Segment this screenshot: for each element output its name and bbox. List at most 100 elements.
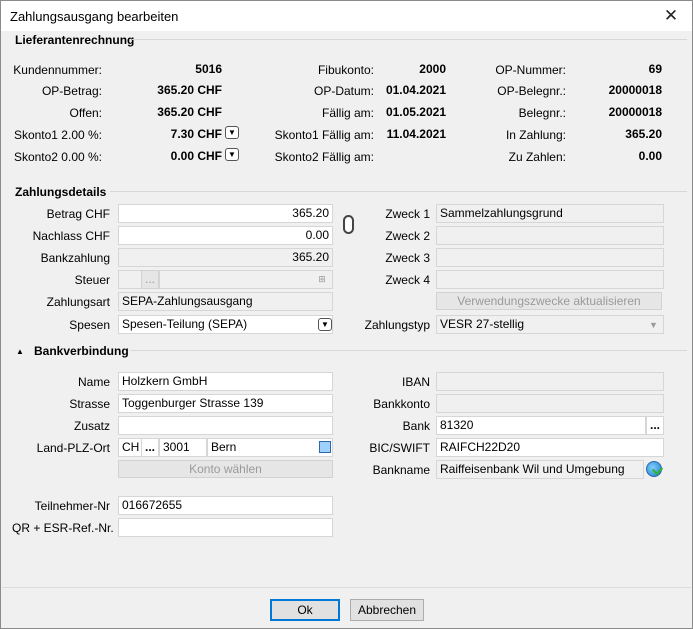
strasse-input[interactable]: Toggenburger Strasse 139 [118,394,333,413]
zahlungstyp-select[interactable]: VESR 27-stellig [436,315,664,334]
label-betrag: Betrag CHF [46,207,110,221]
value-skonto1-faellig: 11.04.2021 [386,127,446,141]
section-title-lieferantenrechnung: Lieferantenrechnung [15,33,135,47]
ort-input[interactable]: Bern [207,438,333,457]
label-land-plz-ort: Land-PLZ-Ort [36,441,110,455]
divider [130,350,687,351]
label-belegnr: Belegnr.: [518,106,566,120]
value-op-betrag: 365.20 CHF [157,83,222,97]
steuer-description-field [159,270,333,289]
bic-input[interactable]: RAIFCH22D20 [436,438,664,457]
tree-icon[interactable]: ⊞ [316,273,328,285]
label-kundennummer: Kundennummer: [13,63,102,77]
bankzahlung-field: 365.20 [118,248,333,267]
label-zusatz: Zusatz [73,419,110,433]
value-fibukonto: 2000 [419,62,446,76]
bank-input[interactable]: 81320 [436,416,646,435]
label-steuer: Steuer [74,273,110,287]
label-zahlungsart: Zahlungsart [46,295,110,309]
label-spesen: Spesen [69,318,110,332]
section-title-zahlungsdetails: Zahlungsdetails [15,185,107,199]
value-kundennummer: 5016 [195,62,222,76]
label-nachlass: Nachlass CHF [32,229,110,243]
dialog-content: Lieferantenrechnung Kundennummer: 5016 F… [2,31,691,587]
label-qr-esr: QR + ESR-Ref.-Nr. [12,521,114,535]
zusatz-input[interactable] [118,416,333,435]
value-op-nummer: 69 [648,62,662,76]
name-input[interactable]: Holzkern GmbH [118,372,333,391]
qr-esr-input[interactable] [118,518,333,537]
steuer-code-field[interactable] [118,270,142,289]
iban-field [436,372,664,391]
label-faellig-am: Fällig am: [321,106,374,120]
zweck3-field [436,248,664,267]
land-browse-button[interactable]: ... [141,438,159,457]
value-skonto2: 0.00 CHF [170,149,222,163]
close-icon[interactable]: ✕ [651,1,691,31]
teilnehmer-nr-input[interactable]: 016672655 [118,496,333,515]
value-offen: 365.20 CHF [157,105,222,119]
label-bank: Bank [402,419,430,433]
dialog-footer: Ok Abbrechen [2,587,691,628]
divider [132,39,687,40]
skonto2-dropdown-icon[interactable]: ▼ [225,148,239,161]
label-teilnehmer-nr: Teilnehmer-Nr [34,499,110,513]
label-zahlungstyp: Zahlungstyp [364,318,430,332]
zweck2-field [436,226,664,245]
ok-button[interactable]: Ok [270,599,340,621]
value-belegnr: 20000018 [608,105,662,119]
label-op-nummer: OP-Nummer: [495,63,566,77]
value-op-belegnr: 20000018 [608,83,662,97]
label-skonto2: Skonto2 0.00 %: [13,150,102,164]
label-zu-zahlen: Zu Zahlen: [508,150,566,164]
bank-browse-button[interactable]: ... [646,416,664,435]
cancel-button[interactable]: Abbrechen [350,599,424,621]
section-title-bankverbindung: Bankverbindung [34,344,129,358]
divider [110,191,687,192]
dialog-window: Zahlungsausgang bearbeiten ✕ Lieferanten… [0,0,693,629]
bankname-field: Raiffeisenbank Wil und Umgebung [436,460,644,479]
spesen-select[interactable]: Spesen-Teilung (SEPA) [118,315,333,334]
label-bankkonto: Bankkonto [373,397,430,411]
land-input[interactable]: CH [118,438,142,457]
betrag-input[interactable]: 365.20 [118,204,333,223]
label-op-belegnr: OP-Belegnr.: [497,84,566,98]
label-name: Name [77,375,110,389]
zweck4-field [436,270,664,289]
spesen-chevron-down-icon[interactable]: ▼ [318,318,332,331]
label-zweck3: Zweck 3 [385,251,430,265]
label-in-zahlung: In Zahlung: [505,128,566,142]
label-bic: BIC/SWIFT [369,441,430,455]
title-bar: Zahlungsausgang bearbeiten ✕ [1,1,692,31]
label-zweck4: Zweck 4 [385,273,430,287]
label-bankzahlung: Bankzahlung [40,251,110,265]
map-picker-icon[interactable] [319,441,331,453]
label-bankname: Bankname [372,463,430,477]
label-offen: Offen: [69,106,102,120]
label-skonto1: Skonto1 2.00 %: [13,128,102,142]
value-faellig-am: 01.05.2021 [385,105,446,119]
label-fibukonto: Fibukonto: [317,63,374,77]
triangle-up-icon[interactable]: ▲ [16,347,24,356]
zahlungsart-field: SEPA-Zahlungsausgang [118,292,333,311]
value-skonto1: 7.30 CHF [170,127,222,141]
verwendungszwecke-aktualisieren-button[interactable]: Verwendungszwecke aktualisieren [436,292,662,310]
globe-check-icon[interactable] [646,461,662,477]
zweck1-field: Sammelzahlungsgrund [436,204,664,223]
zahlungstyp-chevron-down-icon[interactable]: ▼ [649,320,658,330]
konto-waehlen-button[interactable]: Konto wählen [118,460,333,478]
label-strasse: Strasse [69,397,110,411]
value-in-zahlung: 365.20 [625,127,662,141]
label-skonto2-faellig: Skonto2 Fällig am: [274,150,374,164]
label-skonto1-faellig: Skonto1 Fällig am: [274,128,374,142]
steuer-browse-button[interactable]: ... [141,270,159,289]
value-op-datum: 01.04.2021 [385,83,446,97]
label-iban: IBAN [401,375,430,389]
label-zweck2: Zweck 2 [385,229,430,243]
skonto1-dropdown-icon[interactable]: ▼ [225,126,239,139]
nachlass-input[interactable]: 0.00 [118,226,333,245]
bankkonto-field [436,394,664,413]
value-zu-zahlen: 0.00 [638,149,662,163]
label-op-datum: OP-Datum: [313,84,374,98]
plz-input[interactable]: 3001 [159,438,207,457]
